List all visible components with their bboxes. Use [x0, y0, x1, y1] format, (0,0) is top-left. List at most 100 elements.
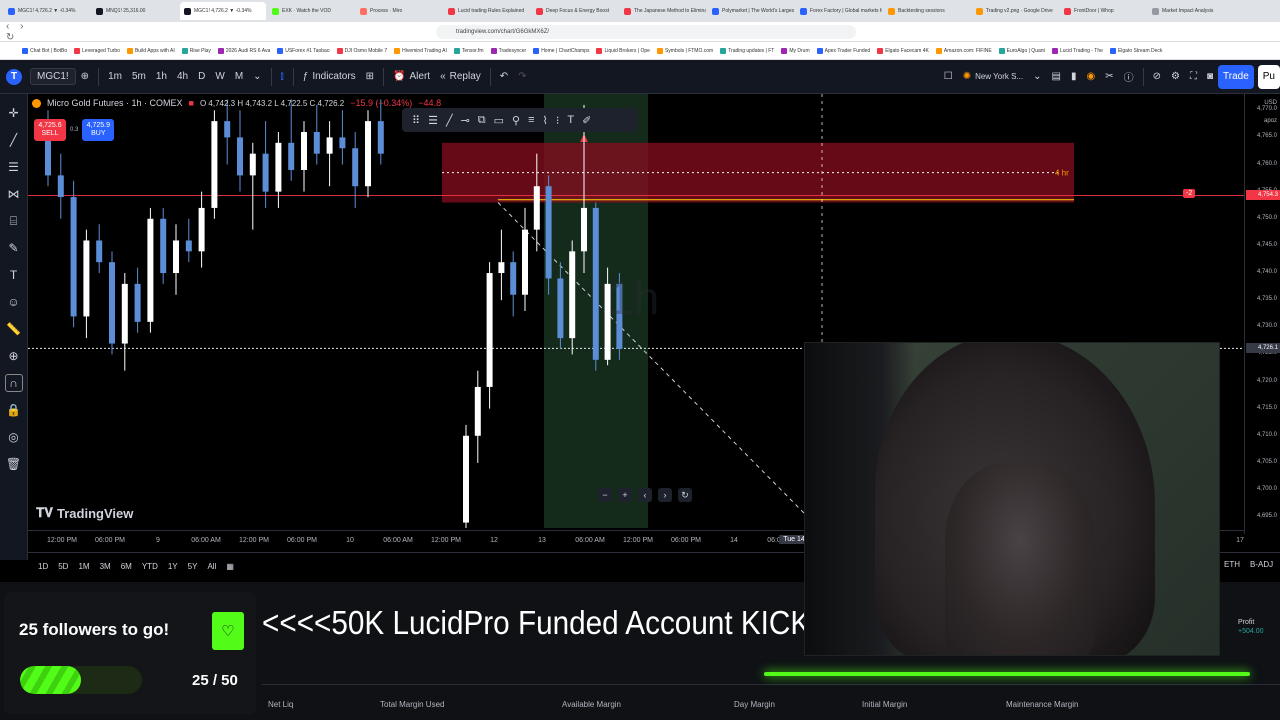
extension-icon[interactable]: ◉	[1081, 65, 1100, 89]
bookmark-item[interactable]: Elgato Stream Deck	[1109, 47, 1162, 54]
bookmark-item[interactable]: Liquid Brokers | Ope	[596, 47, 650, 54]
range-1d[interactable]: 1D	[38, 562, 48, 571]
layout-checkbox-icon[interactable]: ☐	[939, 65, 958, 89]
user-avatar[interactable]: T	[6, 68, 22, 85]
info-icon[interactable]: ⓘ	[1119, 65, 1139, 89]
hline-icon[interactable]: ⊸	[461, 114, 470, 127]
symbol-search[interactable]: MGC1!	[30, 68, 76, 85]
browser-tab[interactable]: Lucid trading Rules Explained	[444, 2, 530, 20]
bookmark-item[interactable]: EuroAlgo | Quant	[998, 47, 1045, 54]
sell-button[interactable]: 4,725.6 SELL	[34, 119, 66, 141]
cut-icon[interactable]: ✂	[1100, 65, 1118, 89]
text-tool-icon[interactable]: T	[567, 114, 574, 126]
fib-icon[interactable]: ☰	[428, 114, 438, 127]
reset-chart-icon[interactable]: ↻	[678, 488, 692, 502]
bookmark-item[interactable]: My Drum	[781, 47, 810, 54]
zoom-in-icon[interactable]: ⊕	[5, 347, 23, 365]
vline-icon[interactable]: ⁝	[556, 114, 560, 127]
path-icon[interactable]: ⌇	[543, 114, 548, 127]
chevron-down-icon[interactable]: ⌄	[1028, 65, 1046, 89]
pencil-icon[interactable]: ✐	[582, 114, 591, 127]
add-symbol-icon[interactable]: ⊕	[76, 65, 94, 89]
browser-tab[interactable]: Backtesting sessions	[884, 2, 970, 20]
browser-tab[interactable]: Market Impact Analysis	[1148, 2, 1234, 20]
brush-icon[interactable]: ✎	[5, 239, 23, 257]
quick-search-icon[interactable]: ⊘	[1148, 65, 1166, 89]
alert-button[interactable]: ⏰ Alert	[388, 65, 435, 89]
browser-tab[interactable]: MNQ1! 25,316.00	[92, 2, 178, 20]
browser-tab[interactable]: FrontDoor | Whop	[1060, 2, 1146, 20]
interval-1h[interactable]: 1h	[151, 65, 172, 89]
interval-1m[interactable]: 1m	[103, 65, 127, 89]
trash-icon[interactable]: 🗑	[5, 455, 23, 473]
visibility-icon[interactable]: ◎	[5, 428, 23, 446]
bookmark-item[interactable]: Apex Trader Funded	[816, 47, 870, 54]
crosshair-icon[interactable]: ✛	[5, 104, 23, 122]
browser-tab[interactable]: Trading v2.png · Google Drive	[972, 2, 1058, 20]
trade-button[interactable]: Trade	[1218, 64, 1254, 89]
ruler-icon[interactable]: 📏	[5, 320, 23, 338]
bookmark-item[interactable]: Lucid Trading - The	[1051, 47, 1103, 54]
range-all[interactable]: All	[207, 562, 216, 571]
rectangle-icon[interactable]: ▭	[494, 114, 504, 127]
back-forward-icon[interactable]: ‹ › ↻	[6, 21, 40, 43]
replay-button[interactable]: «Replay	[435, 65, 486, 89]
prediction-icon[interactable]: ⌸	[5, 212, 23, 230]
interval-M[interactable]: M	[230, 65, 248, 89]
dom-icon[interactable]: ▤	[1047, 65, 1066, 89]
timezone-button[interactable]: ✺ New York S...	[958, 65, 1028, 89]
interval-D[interactable]: D	[193, 65, 210, 89]
eth-toggle[interactable]: ETH	[1224, 560, 1240, 569]
range-1y[interactable]: 1Y	[168, 562, 178, 571]
scroll-left-icon[interactable]: ‹	[638, 488, 652, 502]
redo-icon[interactable]: ↷	[513, 65, 531, 89]
chevron-down-icon[interactable]: ⌄	[248, 65, 266, 89]
magnet-icon[interactable]: ∩	[4, 374, 23, 392]
range-1m[interactable]: 1M	[78, 562, 89, 571]
bookmark-item[interactable]: USForex #1 Taobao	[277, 47, 330, 54]
undo-icon[interactable]: ↶	[495, 65, 513, 89]
bookmark-item[interactable]: 2026 Audi RS 6 Ava	[217, 47, 270, 54]
text-icon[interactable]: T	[5, 266, 23, 284]
lock-icon[interactable]: ▮	[1066, 65, 1082, 89]
badj-toggle[interactable]: B-ADJ	[1250, 560, 1273, 569]
browser-tab[interactable]: EXK · Watch the VOD	[268, 2, 354, 20]
browser-tab[interactable]: MGC1! 4,726.2 ▼ -0.34%	[4, 2, 90, 20]
interval-4h[interactable]: 4h	[172, 65, 193, 89]
range-5y[interactable]: 5Y	[188, 562, 198, 571]
camera-icon[interactable]: ◙	[1202, 65, 1218, 89]
fib-retracement-icon[interactable]: ☰	[5, 158, 23, 176]
zoom-out-icon[interactable]: −	[598, 488, 612, 502]
browser-tab[interactable]: Deep Focus & Energy Boost	[532, 2, 618, 20]
bookmark-item[interactable]: Hivemind Trading AI	[394, 47, 447, 54]
brush-icon[interactable]: ⚲	[512, 114, 520, 127]
drag-handle-icon[interactable]: ⠿	[412, 114, 420, 127]
pattern-icon[interactable]: ⋈	[5, 185, 23, 203]
bookmark-item[interactable]: Chat Bot | BotBo	[22, 47, 67, 54]
price-axis[interactable]: USD apoz 4,770.04,765.04,760.04,755.04,7…	[1244, 94, 1280, 534]
range-5d[interactable]: 5D	[58, 562, 68, 571]
range-6m[interactable]: 6M	[121, 562, 132, 571]
interval-5m[interactable]: 5m	[127, 65, 151, 89]
browser-tab[interactable]: Forex Factory | Global markets fo	[796, 2, 882, 20]
bookmark-item[interactable]: Home | ChartChamps	[533, 47, 589, 54]
calendar-icon[interactable]: ▦	[226, 562, 234, 571]
browser-tab[interactable]: MGC1! 4,726.2 ▼ -0.34%	[180, 2, 266, 20]
line-icon[interactable]: ╱	[446, 114, 453, 127]
publish-button[interactable]: Pu	[1257, 64, 1280, 89]
browser-tab[interactable]: Process · Miro	[356, 2, 442, 20]
bookmark-item[interactable]: Tensor.fm	[453, 47, 484, 54]
legend-title[interactable]: Micro Gold Futures · 1h · COMEX	[47, 98, 183, 108]
ruler-tool-icon[interactable]: ≡	[528, 114, 534, 126]
buy-button[interactable]: 4,725.9 BUY	[82, 119, 115, 141]
bar-style-icon[interactable]: ⫾	[276, 65, 289, 89]
bookmark-item[interactable]: Build Apps with AI	[126, 47, 175, 54]
alert-flag-icon[interactable]: ■	[189, 98, 194, 108]
templates-icon[interactable]: ⊞	[361, 65, 379, 89]
bookmark-item[interactable]: Symbols | FTMO.com	[656, 47, 713, 54]
indicators-button[interactable]: ƒ Indicators	[298, 65, 361, 89]
bookmark-item[interactable]: DJI Osmo Mobile 7	[336, 47, 387, 54]
zoom-in-icon[interactable]: +	[618, 488, 632, 502]
browser-tab[interactable]: Polymarket | The World's Largest	[708, 2, 794, 20]
bookmark-item[interactable]: Elgato Facecam 4K	[877, 47, 929, 54]
